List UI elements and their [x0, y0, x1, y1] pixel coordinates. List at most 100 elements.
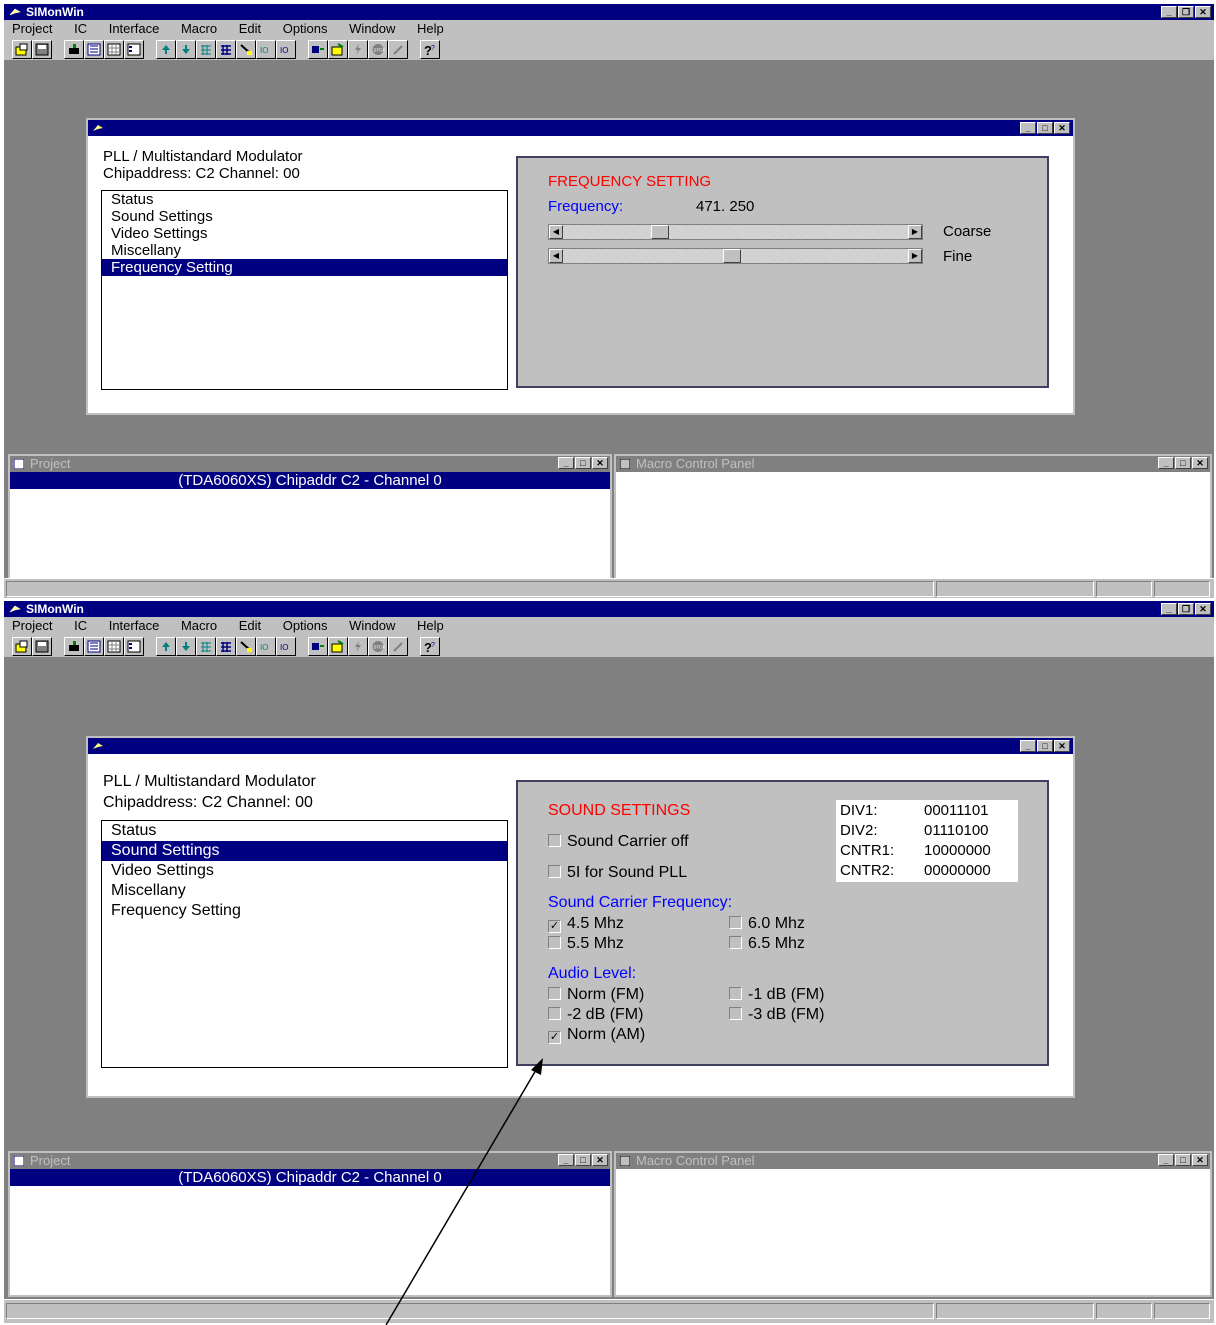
minimize-button[interactable]: _ — [1158, 1154, 1174, 1166]
list-item-frequency-setting[interactable]: Frequency Setting — [102, 901, 507, 921]
coarse-slider-thumb[interactable] — [651, 225, 669, 239]
list-item-sound-settings[interactable]: Sound Settings — [102, 841, 507, 861]
open-project-button[interactable] — [12, 40, 32, 59]
menu-window[interactable]: Window — [349, 21, 395, 36]
macro-run-button[interactable] — [348, 637, 368, 656]
checkbox[interactable]: ✓ — [548, 920, 561, 933]
menu-help[interactable]: Help — [417, 21, 444, 36]
checkbox[interactable] — [729, 916, 742, 929]
project-title-bar[interactable]: Project _ □ ✕ — [10, 456, 610, 472]
menu-interface[interactable]: Interface — [109, 21, 160, 36]
close-button[interactable]: ✕ — [1192, 457, 1208, 469]
menu-edit[interactable]: Edit — [239, 618, 261, 633]
menu-project[interactable]: Project — [12, 21, 52, 36]
register-view-button[interactable] — [84, 637, 104, 656]
menu-options[interactable]: Options — [283, 21, 328, 36]
close-button[interactable]: ✕ — [1195, 6, 1211, 18]
app-title-bar[interactable]: SIMonWin _ ❐ ✕ — [4, 601, 1214, 617]
audio-norm-am-option[interactable]: ✓ Norm (AM) — [548, 1025, 645, 1044]
project-item-row[interactable]: (TDA6060XS) Chipaddr C2 - Channel 0 — [10, 472, 610, 489]
child-title-bar[interactable]: _ □ ✕ — [88, 120, 1073, 136]
menu-options[interactable]: Options — [283, 618, 328, 633]
scroll-left-arrow-icon[interactable]: ◀ — [549, 249, 563, 263]
menu-macro[interactable]: Macro — [181, 21, 217, 36]
minimize-button[interactable]: _ — [1020, 122, 1036, 134]
menu-macro[interactable]: Macro — [181, 618, 217, 633]
register-view-button[interactable] — [84, 40, 104, 59]
macro-title-bar[interactable]: Macro Control Panel _ □ ✕ — [616, 1153, 1210, 1169]
checkbox[interactable] — [729, 1007, 742, 1020]
restore-button[interactable]: ❐ — [1178, 603, 1194, 615]
audio-minus-2db-option[interactable]: -2 dB (FM) — [548, 1005, 643, 1024]
help-button[interactable]: ?? — [420, 637, 440, 656]
probe-button[interactable] — [236, 637, 256, 656]
save-project-button[interactable] — [32, 40, 52, 59]
io-read-button[interactable]: IO — [256, 637, 276, 656]
audio-minus-1db-option[interactable]: -1 dB (FM) — [729, 985, 824, 1004]
audio-norm-fm-option[interactable]: Norm (FM) — [548, 985, 644, 1004]
si-sound-pll-option[interactable]: 5I for Sound PLL — [548, 863, 687, 882]
menu-ic[interactable]: IC — [74, 21, 87, 36]
probe-button[interactable] — [236, 40, 256, 59]
sound-carrier-off-option[interactable]: Sound Carrier off — [548, 832, 689, 851]
close-button[interactable]: ✕ — [1192, 1154, 1208, 1166]
checkbox[interactable] — [548, 936, 561, 949]
project-title-bar[interactable]: Project _ □ ✕ — [10, 1153, 610, 1169]
maximize-button[interactable]: □ — [1037, 740, 1053, 752]
macro-record-button[interactable] — [308, 637, 328, 656]
bus-write-button[interactable] — [216, 637, 236, 656]
carrier-5-5-option[interactable]: 5.5 Mhz — [548, 934, 624, 953]
grid-view-button[interactable] — [104, 40, 124, 59]
minimize-button[interactable]: _ — [1161, 6, 1177, 18]
io-write-button[interactable]: IO — [276, 637, 296, 656]
upload-button[interactable] — [156, 40, 176, 59]
stop-button[interactable]: STOP — [368, 637, 388, 656]
macro-load-button[interactable] — [328, 40, 348, 59]
carrier-6-5-option[interactable]: 6.5 Mhz — [729, 934, 805, 953]
checkbox[interactable] — [548, 1007, 561, 1020]
scroll-right-arrow-icon[interactable]: ▶ — [908, 249, 922, 263]
carrier-6-0-option[interactable]: 6.0 Mhz — [729, 914, 805, 933]
macro-title-bar[interactable]: Macro Control Panel _ □ ✕ — [616, 456, 1210, 472]
close-button[interactable]: ✕ — [1195, 603, 1211, 615]
maximize-button[interactable]: □ — [575, 1154, 591, 1166]
checkbox[interactable] — [548, 834, 561, 847]
bus-read-button[interactable] — [196, 40, 216, 59]
add-ic-button[interactable] — [64, 637, 84, 656]
macro-run-button[interactable] — [348, 40, 368, 59]
maximize-button[interactable]: □ — [575, 457, 591, 469]
list-item-video-settings[interactable]: Video Settings — [102, 861, 507, 881]
menu-project[interactable]: Project — [12, 618, 52, 633]
open-project-button[interactable] — [12, 637, 32, 656]
coarse-slider[interactable]: ◀ ▶ — [548, 224, 923, 240]
minimize-button[interactable]: _ — [1161, 603, 1177, 615]
checkbox[interactable] — [548, 865, 561, 878]
list-item-status[interactable]: Status — [102, 191, 507, 208]
macro-edit-button[interactable] — [388, 637, 408, 656]
menu-help[interactable]: Help — [417, 618, 444, 633]
menu-ic[interactable]: IC — [74, 618, 87, 633]
io-read-button[interactable]: IO — [256, 40, 276, 59]
maximize-button[interactable]: □ — [1175, 1154, 1191, 1166]
fine-slider[interactable]: ◀ ▶ — [548, 248, 923, 264]
restore-button[interactable]: ❐ — [1178, 6, 1194, 18]
help-button[interactable]: ?? — [420, 40, 440, 59]
minimize-button[interactable]: _ — [1158, 457, 1174, 469]
io-write-button[interactable]: IO — [276, 40, 296, 59]
grid-view-button[interactable] — [104, 637, 124, 656]
minimize-button[interactable]: _ — [558, 1154, 574, 1166]
download-button[interactable] — [176, 637, 196, 656]
app-title-bar[interactable]: SIMonWin _ ❐ ✕ — [4, 4, 1214, 20]
menu-window[interactable]: Window — [349, 618, 395, 633]
list-view-button[interactable] — [124, 637, 144, 656]
bus-write-button[interactable] — [216, 40, 236, 59]
close-button[interactable]: ✕ — [592, 457, 608, 469]
list-item-miscellany[interactable]: Miscellany — [102, 881, 507, 901]
list-item-miscellany[interactable]: Miscellany — [102, 242, 507, 259]
checkbox[interactable] — [729, 936, 742, 949]
macro-record-button[interactable] — [308, 40, 328, 59]
list-view-button[interactable] — [124, 40, 144, 59]
macro-load-button[interactable] — [328, 637, 348, 656]
checkbox[interactable] — [729, 987, 742, 1000]
minimize-button[interactable]: _ — [1020, 740, 1036, 752]
